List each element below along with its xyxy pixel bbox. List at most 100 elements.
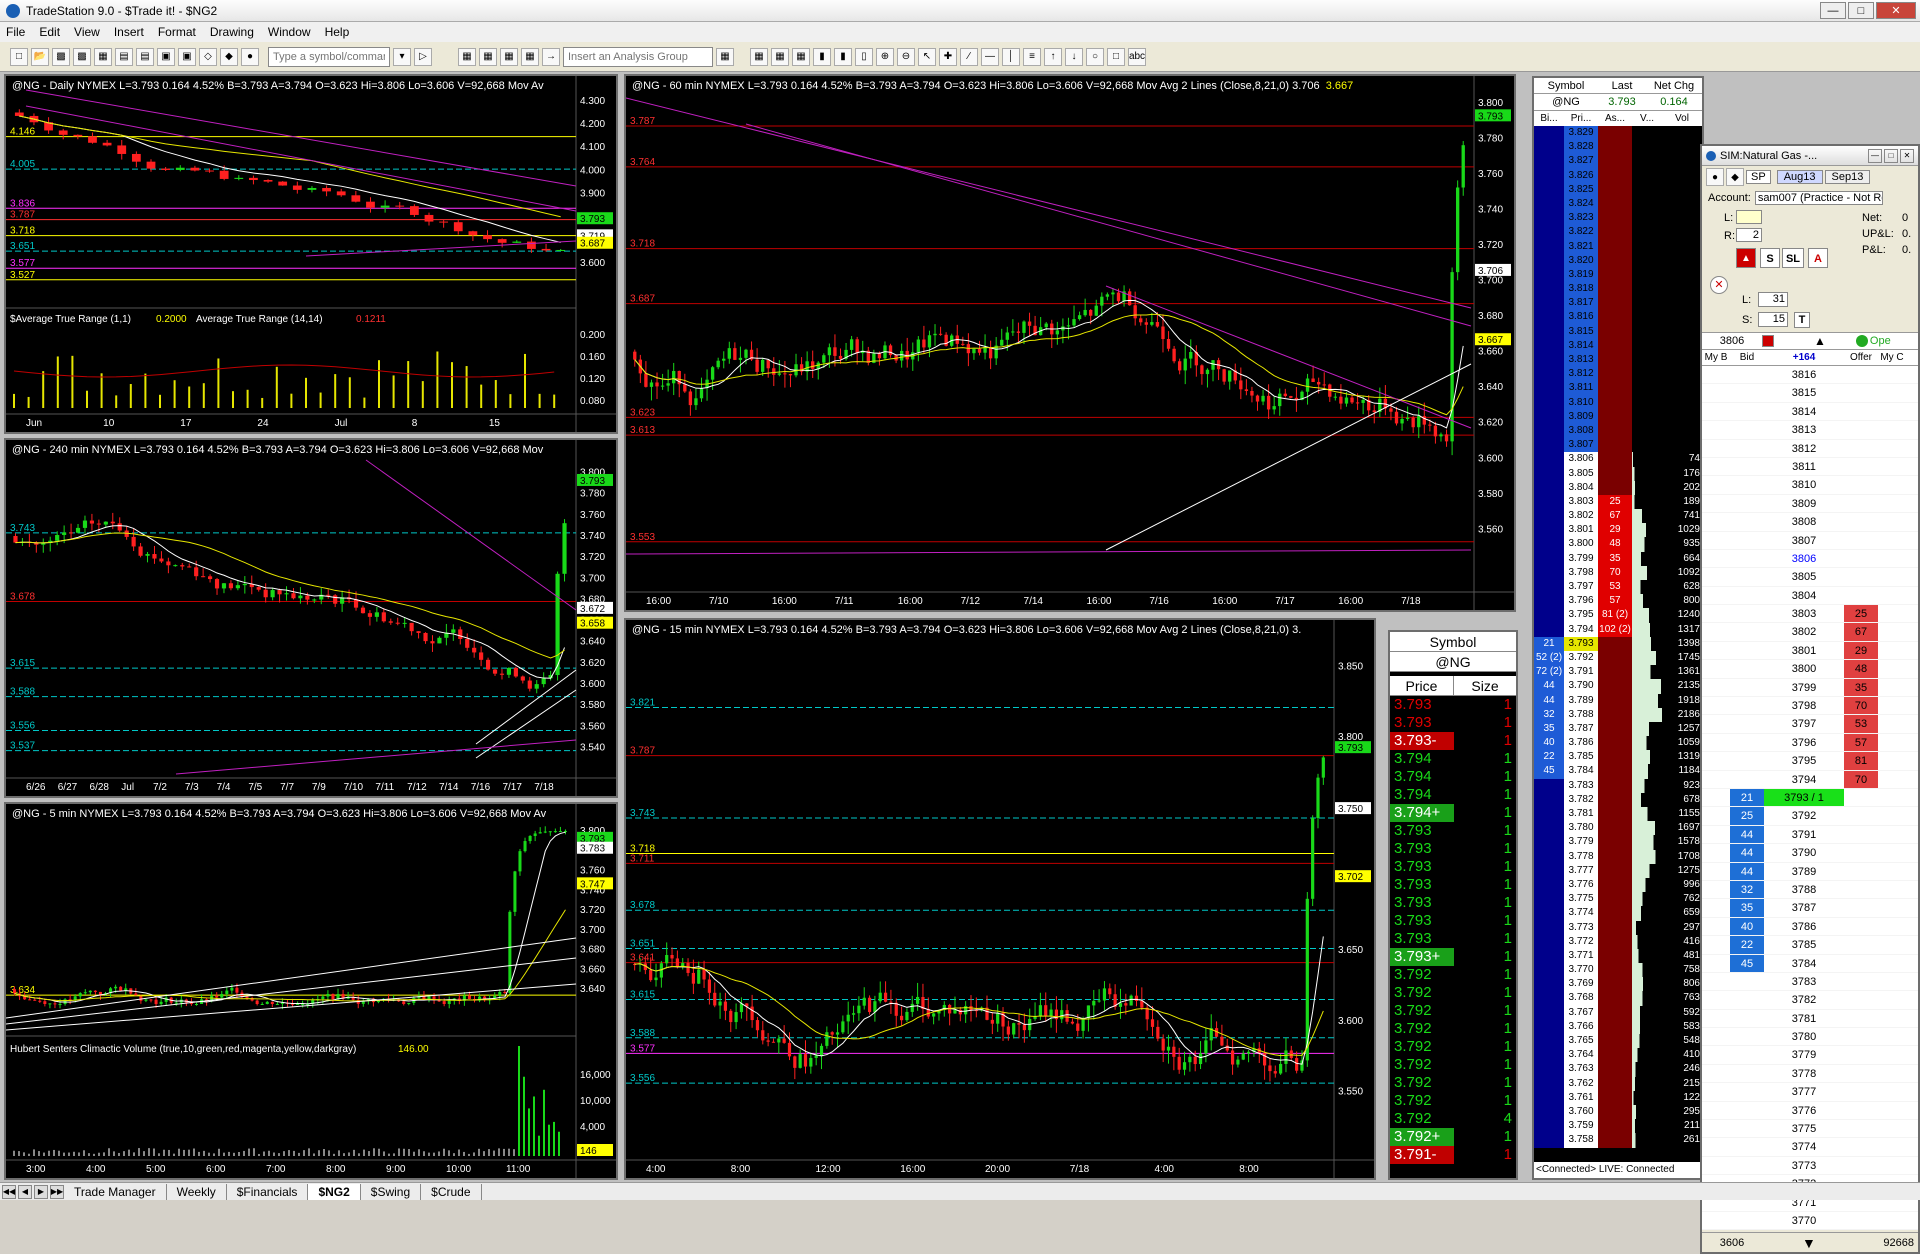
sim-maximize-button[interactable]: □ [1884,148,1898,163]
matrix-row[interactable]: 3.796 57 800 [1534,594,1702,609]
matrix-ask-size[interactable] [1598,849,1632,864]
sim-offer-cell[interactable] [1844,863,1878,880]
link-icon[interactable]: ◆ [220,47,238,66]
matrix-ask-size[interactable] [1598,877,1632,893]
text-icon[interactable]: abc [1128,47,1146,66]
sim-ladder-row[interactable]: 3808 [1702,513,1918,532]
sim-bid-cell[interactable]: 44 [1730,862,1764,880]
sim-my-offer-cell[interactable] [1878,660,1906,677]
globe-icon[interactable]: ● [241,47,259,66]
matrix-ask-size[interactable] [1598,821,1632,836]
sim-ladder-row[interactable]: 22 3785 [1702,936,1918,955]
sim-offer-cell[interactable] [1844,1212,1878,1229]
sim-my-bid-cell[interactable] [1702,734,1730,751]
sim-ladder-row[interactable]: 3775 [1702,1120,1918,1139]
sim-bid-cell[interactable] [1730,991,1764,1008]
matrix-row[interactable]: 3.821 [1534,239,1702,254]
sim-ladder-row[interactable]: 3798 70 [1702,697,1918,716]
sim-offer-cell[interactable] [1844,1138,1878,1155]
matrix-row[interactable]: 3.782 678 [1534,792,1702,807]
matrix-ask-size[interactable] [1598,338,1632,353]
sim-bid-cell[interactable] [1730,771,1764,788]
matrix-row[interactable]: 3.759 211 [1534,1119,1702,1134]
sim-ladder-row[interactable]: 3774 [1702,1138,1918,1157]
rectangle-icon[interactable]: □ [1107,47,1125,66]
matrix-ask-size[interactable] [1598,381,1632,396]
matrix-ask-size[interactable] [1598,792,1632,807]
sim-bid-cell[interactable] [1730,660,1764,677]
sim-ladder-row[interactable]: 3812 [1702,440,1918,458]
sim-my-bid-cell[interactable] [1702,421,1730,438]
chart-icon[interactable]: ▦ [458,47,476,66]
matrix-ask-size[interactable] [1598,906,1632,921]
sim-ladder-row[interactable]: 3794 70 [1702,770,1918,789]
matrix-row[interactable]: 3.771 481 [1534,948,1702,964]
sim-ladder-row[interactable]: 3795 81 [1702,752,1918,771]
matrix-row[interactable]: 3.823 [1534,211,1702,226]
sim-bid-cell[interactable] [1730,1010,1764,1027]
matrix-ask-size[interactable] [1598,367,1632,382]
menu-edit[interactable]: Edit [39,25,60,39]
sim-my-offer-cell[interactable] [1878,955,1906,972]
sim-offer-cell[interactable]: 48 [1844,660,1878,678]
matrix-row[interactable]: 3.804 202 [1534,480,1702,495]
matrix-row[interactable]: 44 3.789 1918 [1534,693,1702,708]
matrix-bid-size[interactable]: 44 [1534,693,1564,708]
matrix-bid-size[interactable] [1534,353,1564,368]
sim-my-bid-cell[interactable] [1702,844,1730,861]
matrix-ask-size[interactable]: 29 [1598,523,1632,538]
zoom-in-icon[interactable]: ⊕ [876,47,894,66]
sim-offer-cell[interactable] [1844,421,1878,438]
matrix-ask-size[interactable] [1598,963,1632,978]
matrix-ask-size[interactable] [1598,282,1632,297]
matrix-ask-size[interactable] [1598,920,1632,935]
strategy-icon[interactable]: ▦ [792,47,810,66]
sim-my-offer-cell[interactable] [1878,366,1906,383]
sim-bid-cell[interactable]: 22 [1730,936,1764,954]
sim-bid-cell[interactable] [1730,568,1764,585]
dropdown-arrow-icon[interactable]: ▾ [393,47,411,66]
matrix-ask-size[interactable] [1598,423,1632,439]
sim-my-bid-cell[interactable] [1702,495,1730,512]
matrix-bid-size[interactable] [1534,225,1564,240]
matrix-bid-size[interactable] [1534,906,1564,921]
matrix-ask-size[interactable] [1598,409,1632,424]
matrix-row[interactable]: 3.761 122 [1534,1090,1702,1105]
sim-chain-icon[interactable]: ◆ [1726,168,1744,186]
sim-my-bid-cell[interactable] [1702,660,1730,677]
matrix-row[interactable]: 3.825 [1534,182,1702,197]
matrix-row[interactable]: 3.774 659 [1534,906,1702,921]
sim-my-offer-cell[interactable] [1878,421,1906,438]
tab-swing[interactable]: $Swing [361,1183,422,1200]
sim-my-offer-cell[interactable] [1878,844,1906,861]
matrix-row[interactable]: 21 3.793 1398 [1534,636,1702,651]
matrix-ask-size[interactable] [1598,707,1632,722]
sim-my-bid-cell[interactable] [1702,1138,1730,1155]
format-icon[interactable]: ▦ [750,47,768,66]
matrix-bid-size[interactable] [1534,608,1564,623]
zoom-out-icon[interactable]: ⊖ [897,47,915,66]
tab-last-icon[interactable]: ▶▶ [50,1184,64,1199]
sim-my-bid-cell[interactable] [1702,991,1730,1008]
matrix-row[interactable]: 3.780 1697 [1534,821,1702,836]
sim-my-offer-cell[interactable] [1878,403,1906,420]
sim-ladder-row[interactable]: 3809 [1702,495,1918,514]
sim-ladder-row[interactable]: 45 3784 [1702,954,1918,973]
matrix-bid-size[interactable] [1534,877,1564,893]
sim-my-bid-cell[interactable] [1702,1028,1730,1045]
matrix-row[interactable]: 3.760 295 [1534,1104,1702,1120]
sim-my-offer-cell[interactable] [1878,1010,1906,1027]
matrix-bid-size[interactable] [1534,580,1564,595]
sim-bid-cell[interactable] [1730,734,1764,751]
sim-my-offer-cell[interactable] [1878,679,1906,696]
matrix-bid-size[interactable] [1534,168,1564,183]
sim-offer-cell[interactable] [1844,513,1878,530]
matrix-row[interactable]: 40 3.786 1059 [1534,736,1702,751]
sim-my-bid-cell[interactable] [1702,1157,1730,1174]
layout-icon[interactable]: ▣ [178,47,196,66]
matrix-ask-size[interactable] [1598,1119,1632,1134]
sim-my-offer-cell[interactable] [1878,771,1906,788]
matrix-row[interactable]: 3.778 1708 [1534,849,1702,864]
matrix-ask-size[interactable] [1598,1062,1632,1077]
sim-bid-cell[interactable] [1730,1102,1764,1119]
